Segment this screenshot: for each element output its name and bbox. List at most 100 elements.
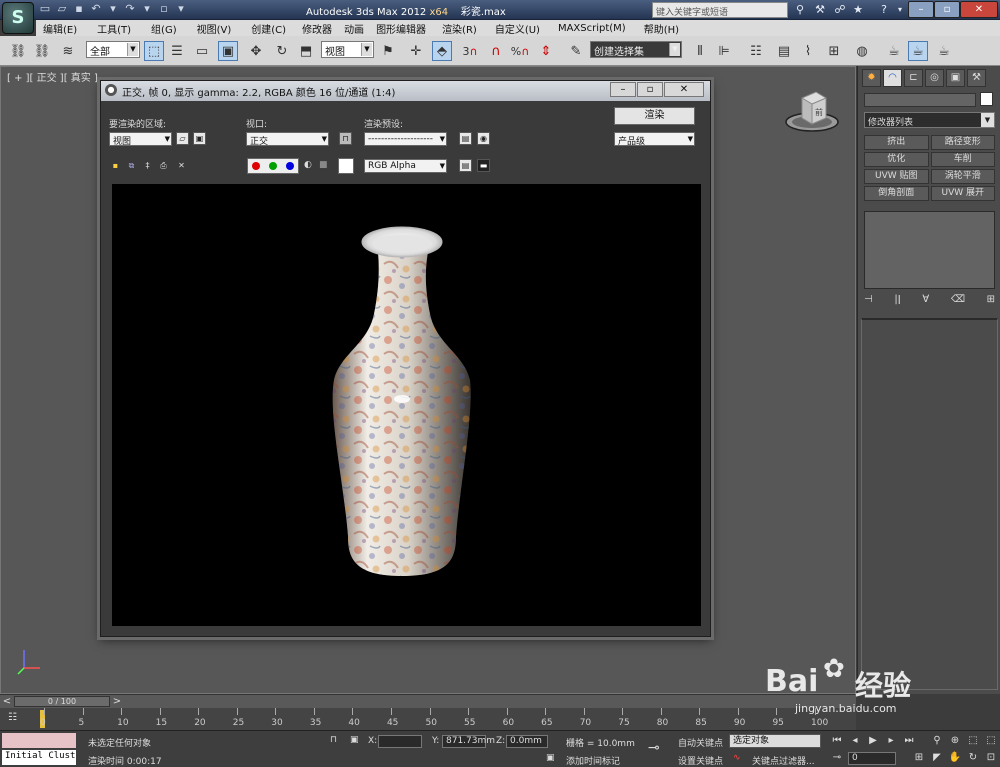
undo-icon[interactable]: ↶ — [89, 2, 103, 16]
menu-help[interactable]: 帮助(H) — [644, 21, 679, 36]
maxscript-input[interactable] — [2, 733, 76, 748]
maxscript-listener[interactable]: Initial Cluster — [0, 731, 78, 767]
zoom-extents-all-icon[interactable]: ⬚ — [984, 734, 998, 748]
modifier-list-dropdown[interactable]: 修改器列表 ▼ — [864, 112, 995, 128]
swatch-color[interactable] — [338, 158, 354, 174]
menu-modifiers[interactable]: 修改器 — [302, 21, 332, 36]
zoom-icon[interactable]: ⚲ — [930, 734, 944, 748]
menu-animation[interactable]: 动画 — [344, 21, 364, 36]
menu-maxscript[interactable]: MAXScript(M) — [558, 23, 626, 34]
remove-modifier-icon[interactable]: ⌫ — [951, 294, 965, 310]
clone-window-icon[interactable]: ‡ — [141, 160, 154, 173]
add-time-tag-icon[interactable]: ▣ — [546, 753, 555, 763]
time-slider[interactable]: 0 / 100 — [14, 696, 110, 707]
render-button[interactable]: 渲染 — [614, 107, 695, 125]
menu-edit[interactable]: 编辑(E) — [43, 21, 77, 36]
menu-group[interactable]: 组(G) — [151, 21, 177, 36]
auto-key-button[interactable]: 自动关键点 — [678, 736, 723, 749]
object-color-swatch[interactable] — [980, 92, 993, 106]
mini-curve-editor-icon[interactable]: ☷ — [8, 712, 17, 723]
set-key-icon[interactable]: ⊸ — [648, 740, 660, 756]
percent-snap-icon[interactable]: % ∩ — [510, 41, 530, 61]
modify-tab-icon[interactable]: ◠ — [883, 69, 902, 87]
display-alpha-icon[interactable]: ◐ — [304, 160, 312, 170]
rotate-icon[interactable]: ↻ — [272, 41, 292, 61]
viewcube[interactable]: 前 — [784, 88, 840, 138]
bevel-profile-button[interactable]: 倒角剖面 — [864, 186, 929, 201]
schematic-view-icon[interactable]: ⊞ — [824, 41, 844, 61]
edit-named-selection-icon[interactable]: ✎ — [566, 41, 586, 61]
environment-icon[interactable]: ◉ — [477, 132, 490, 145]
area-to-render-dropdown[interactable]: 视图 ▼ — [109, 132, 172, 146]
lock-icon[interactable]: ⊓ — [339, 132, 352, 145]
key-mode-icon[interactable]: ⊸ — [830, 751, 844, 765]
toggle-ui-icon[interactable]: ▬ — [477, 159, 490, 172]
x-coordinate-field[interactable] — [378, 735, 422, 748]
create-tab-icon[interactable]: ✹ — [862, 69, 881, 87]
key-filters-button[interactable]: 关键点过滤器... — [752, 754, 815, 767]
go-to-start-icon[interactable]: ⏮ — [830, 734, 844, 748]
uvw-map-button[interactable]: UVW 贴图 — [864, 169, 929, 184]
orbit-icon[interactable]: ↻ — [966, 751, 980, 765]
print-image-icon[interactable]: ⎙ — [157, 160, 170, 173]
monochrome-icon[interactable]: ■ — [319, 160, 328, 170]
render-quality-dropdown[interactable]: 产品级 ▼ — [614, 132, 695, 146]
unwrap-uvw-button[interactable]: UVW 展开 — [930, 186, 995, 201]
lathe-button[interactable]: 车削 — [930, 152, 995, 167]
clear-icon[interactable]: ✕ — [175, 160, 188, 173]
red-channel-toggle[interactable] — [252, 162, 261, 170]
go-to-end-icon[interactable]: ⏭ — [902, 734, 916, 748]
time-config-icon[interactable]: ⊞ — [912, 751, 926, 765]
link-icon[interactable]: ⛓ — [8, 41, 28, 61]
named-selection-set-dropdown[interactable]: 创建选择集 ▼ — [590, 41, 682, 58]
material-editor-icon[interactable]: ◍ — [852, 41, 872, 61]
key-curve-icon[interactable]: ∿ — [733, 753, 741, 763]
selection-lock-icon[interactable]: ⊓ — [330, 735, 337, 745]
search-input[interactable]: 键入关键字或短语 — [652, 2, 788, 18]
green-channel-toggle[interactable] — [268, 162, 277, 170]
render-production-icon[interactable]: ☕ — [934, 41, 954, 61]
menu-customize[interactable]: 自定义(U) — [495, 21, 540, 36]
y-coordinate-field[interactable]: 871.73mm — [442, 735, 495, 748]
render-setup-icon[interactable]: ▤ — [459, 132, 472, 145]
edit-region-icon[interactable]: ▱ — [176, 132, 189, 145]
viewport-label[interactable]: [ + ][ 正交 ][ 真实 ] — [7, 69, 98, 84]
show-end-result-icon[interactable]: |ǀ — [894, 294, 900, 310]
subscription-icon[interactable]: ⚒ — [812, 2, 828, 18]
reference-coordinate-dropdown[interactable]: 视图 ▼ — [321, 41, 374, 58]
menu-create[interactable]: 创建(C) — [251, 21, 286, 36]
snap-toggle-icon[interactable]: 3 ∩ — [460, 41, 480, 61]
blue-channel-toggle[interactable] — [285, 162, 294, 170]
render-setup-icon[interactable]: ☕ — [884, 41, 904, 61]
maximize-viewport-icon[interactable]: ⊡ — [984, 751, 998, 765]
communication-icon[interactable]: ☍ — [832, 2, 848, 18]
curve-editor-icon[interactable]: ⌇ — [798, 41, 818, 61]
move-icon[interactable]: ✥ — [246, 41, 266, 61]
render-preset-dropdown[interactable]: -------------------- ▼ — [364, 132, 447, 146]
pin-stack-icon[interactable]: ⊣ — [864, 294, 873, 310]
redo-icon[interactable]: ↷ — [123, 2, 137, 16]
save-icon[interactable]: ▪ — [72, 2, 86, 16]
absolute-mode-icon[interactable]: ▣ — [350, 735, 359, 745]
spinner-snap-icon[interactable]: ⇕ — [536, 41, 556, 61]
keyboard-shortcut-override-icon[interactable]: ⬘ — [432, 41, 452, 61]
menu-views[interactable]: 视图(V) — [197, 21, 232, 36]
auto-region-icon[interactable]: ▣ — [193, 132, 206, 145]
turbosmooth-button[interactable]: 涡轮平滑 — [930, 169, 995, 184]
extrude-button[interactable]: 挤出 — [864, 135, 929, 150]
help-dropdown-icon[interactable]: ▾ — [892, 2, 908, 18]
z-coordinate-field[interactable]: 0.0mm — [506, 735, 548, 748]
selection-region-icon[interactable]: ▭ — [192, 41, 212, 61]
project-folder-icon[interactable]: ▫ — [157, 2, 171, 16]
angle-snap-icon[interactable]: ∩ — [486, 41, 506, 61]
maximize-button[interactable]: ▫ — [934, 1, 960, 18]
unlink-icon[interactable]: ⛓ — [32, 41, 52, 61]
channel-display-dropdown[interactable]: RGB Alpha ▼ — [364, 159, 447, 173]
display-tab-icon[interactable]: ▣ — [946, 69, 965, 87]
path-deform-button[interactable]: 路径变形 — [930, 135, 995, 150]
add-time-tag[interactable]: 添加时间标记 — [566, 754, 620, 767]
set-key-button[interactable]: 设置关键点 — [678, 754, 723, 767]
undo-dropdown-icon[interactable]: ▾ — [106, 2, 120, 16]
graphite-ribbon-icon[interactable]: ▤ — [774, 41, 794, 61]
toggle-ui-overlay-icon[interactable]: ▤ — [459, 159, 472, 172]
